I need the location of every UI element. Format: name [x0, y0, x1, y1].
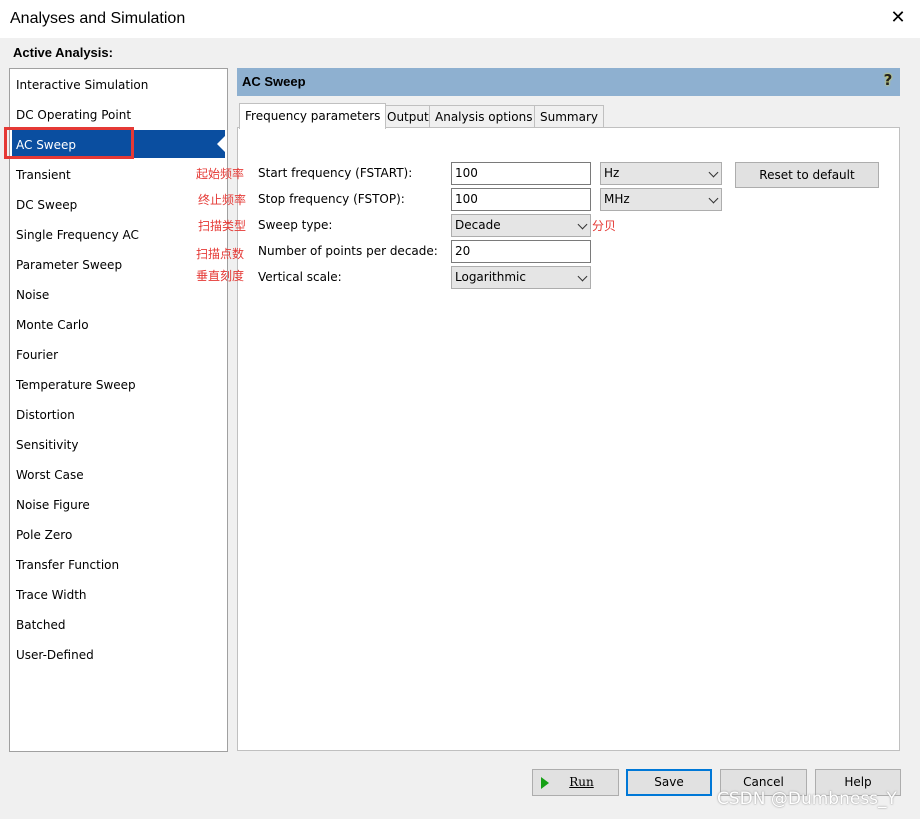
selected-arrow-icon	[217, 135, 226, 153]
annotation-stop: 终止频率	[198, 193, 247, 207]
chevron-down-icon	[577, 271, 588, 282]
tab-frequency-parameters[interactable]: Frequency parameters	[239, 103, 387, 129]
annotation-sweep-type: 扫描类型	[198, 219, 247, 233]
start-frequency-label: Start frequency (FSTART):	[258, 166, 413, 180]
help-question-icon[interactable]: ?	[880, 71, 896, 89]
sweep-type-value: Decade	[455, 218, 501, 232]
analysis-item[interactable]: Interactive Simulation	[16, 74, 148, 96]
watermark: CSDN @Dumbness_Y	[717, 789, 897, 809]
analysis-item[interactable]: Transient	[16, 164, 71, 186]
active-analysis-label: Active Analysis:	[13, 45, 113, 60]
panel-header: AC Sweep ?	[237, 68, 900, 96]
chevron-down-icon	[708, 193, 719, 204]
start-unit-select[interactable]: Hz	[600, 162, 722, 185]
annotation-decade: 分贝	[592, 219, 617, 233]
analysis-item[interactable]: Fourier	[16, 344, 58, 366]
tab-summary[interactable]: Summary	[534, 105, 604, 128]
chevron-down-icon	[577, 219, 588, 230]
run-button[interactable]: Run	[532, 769, 619, 796]
start-frequency-input[interactable]: 100	[451, 162, 591, 185]
analysis-item[interactable]: DC Sweep	[16, 194, 77, 216]
tab-analysis-options[interactable]: Analysis options	[429, 105, 539, 128]
analysis-item[interactable]: Single Frequency AC	[16, 224, 139, 246]
sweep-type-label: Sweep type:	[258, 218, 333, 232]
analysis-item[interactable]: DC Operating Point	[16, 104, 131, 126]
analysis-item[interactable]: Monte Carlo	[16, 314, 89, 336]
panel-title: AC Sweep	[242, 74, 306, 89]
analysis-item[interactable]: Noise Figure	[16, 494, 90, 516]
start-unit-value: Hz	[604, 166, 620, 180]
analysis-item[interactable]: Transfer Function	[16, 554, 119, 576]
reset-to-default-button[interactable]: Reset to default	[735, 162, 879, 188]
analysis-item[interactable]: Sensitivity	[16, 434, 78, 456]
close-icon[interactable]: ✕	[886, 6, 910, 30]
vertical-scale-value: Logarithmic	[455, 270, 526, 284]
analysis-item[interactable]: Batched	[16, 614, 66, 636]
analysis-item[interactable]: Trace Width	[16, 584, 87, 606]
tab-content: 起始频率 终止频率 扫描类型 扫描点数 垂直刻度 分贝 Start freque…	[196, 127, 900, 751]
analysis-item[interactable]: Noise	[16, 284, 49, 306]
analysis-panel: AC Sweep ? Frequency parameters Output A…	[196, 68, 900, 751]
window-title: Analyses and Simulation	[10, 10, 186, 27]
analysis-item[interactable]: Pole Zero	[16, 524, 72, 546]
analysis-item[interactable]: Distortion	[16, 404, 75, 426]
analysis-item[interactable]: Parameter Sweep	[16, 254, 122, 276]
sweep-type-select[interactable]: Decade	[451, 214, 591, 237]
analysis-item[interactable]: Worst Case	[16, 464, 84, 486]
stop-frequency-label: Stop frequency (FSTOP):	[258, 192, 405, 206]
stop-unit-select[interactable]: MHz	[600, 188, 722, 211]
points-per-decade-label: Number of points per decade:	[258, 244, 438, 258]
analysis-item[interactable]: Temperature Sweep	[16, 374, 136, 396]
play-icon	[541, 777, 549, 789]
annotation-start: 起始频率	[196, 167, 245, 181]
stop-frequency-input[interactable]: 100	[451, 188, 591, 211]
chevron-down-icon	[708, 167, 719, 178]
tab-output[interactable]: Output	[381, 105, 435, 128]
annotation-points: 扫描点数	[196, 247, 245, 261]
vertical-scale-label: Vertical scale:	[258, 270, 342, 284]
annotation-vscale: 垂直刻度	[196, 269, 245, 283]
analysis-item[interactable]: AC Sweep	[16, 134, 76, 156]
points-per-decade-input[interactable]: 20	[451, 240, 591, 263]
stop-unit-value: MHz	[604, 192, 630, 206]
vertical-scale-select[interactable]: Logarithmic	[451, 266, 591, 289]
save-button[interactable]: Save	[626, 769, 712, 796]
title-bar: Analyses and Simulation ✕	[0, 0, 920, 38]
analysis-item[interactable]: User-Defined	[16, 644, 94, 666]
run-button-label: Run	[569, 775, 594, 789]
